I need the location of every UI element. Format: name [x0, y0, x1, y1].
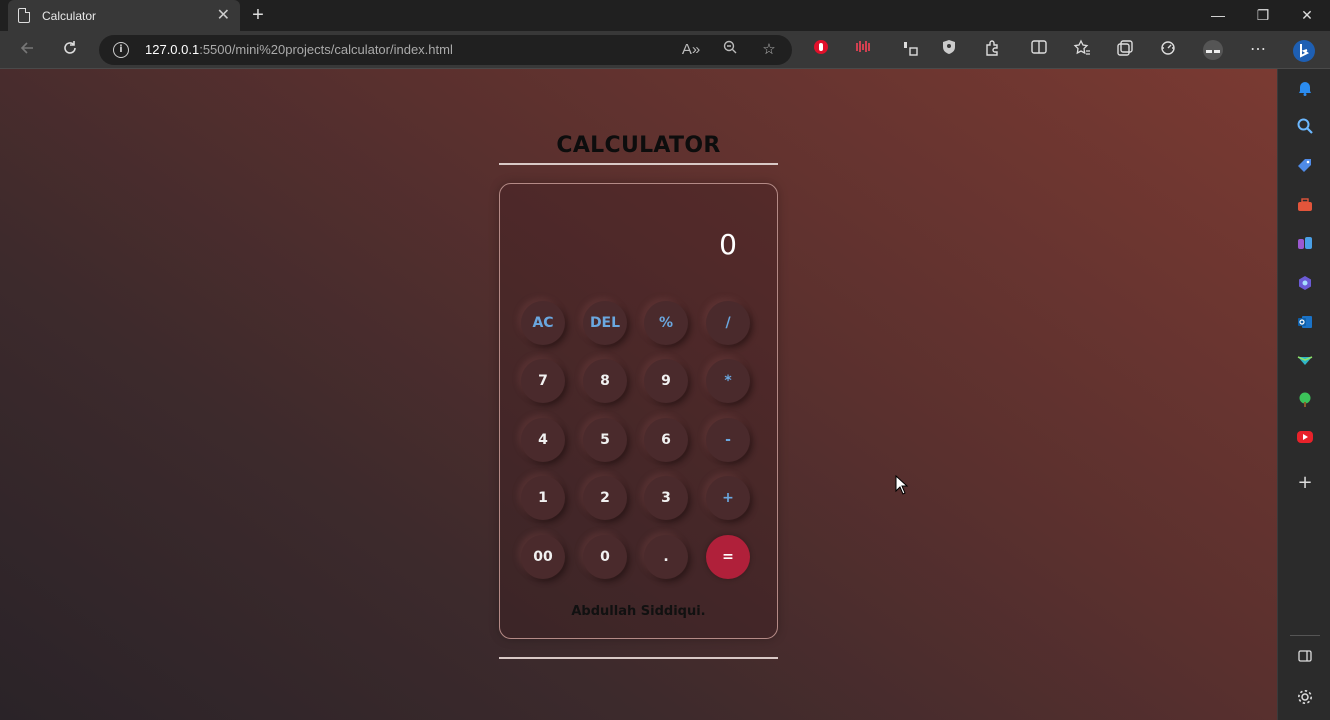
bing-copilot-icon[interactable] — [1292, 39, 1315, 62]
notification-bell-icon[interactable] — [1294, 79, 1316, 101]
title-divider — [499, 163, 778, 165]
extension-red-icon[interactable] — [810, 39, 832, 61]
tab-close-icon[interactable]: ✕ — [217, 7, 230, 24]
key-8-button[interactable]: 8 — [583, 359, 627, 403]
browser-title-bar: Calculator ✕ + — ❐ ✕ — [0, 0, 1330, 31]
split-screen-icon[interactable] — [1028, 39, 1050, 61]
drop-icon[interactable] — [1294, 352, 1316, 374]
key-5-button[interactable]: 5 — [583, 418, 627, 462]
key-all-clear-button[interactable]: AC — [521, 301, 565, 345]
close-window-button[interactable]: ✕ — [1296, 4, 1318, 26]
site-info-icon[interactable]: i — [113, 42, 129, 58]
page-title: CALCULATOR — [556, 133, 721, 158]
bottom-divider — [499, 657, 778, 659]
tab-title: Calculator — [42, 8, 97, 23]
key-7-button[interactable]: 7 — [521, 359, 565, 403]
add-icon[interactable]: + — [1294, 472, 1316, 494]
key-add-button[interactable]: + — [706, 476, 750, 520]
copilot-icon[interactable] — [1294, 274, 1316, 296]
outlook-icon[interactable] — [1294, 313, 1316, 335]
key-2-button[interactable]: 2 — [583, 476, 627, 520]
restore-button[interactable]: ❐ — [1252, 4, 1274, 26]
key-multiply-button[interactable]: * — [706, 359, 750, 403]
address-bar[interactable]: i 127.0.0.1:5500/mini%20projects/calcula… — [99, 35, 792, 65]
refresh-icon[interactable] — [59, 39, 81, 61]
tools-briefcase-icon[interactable] — [1294, 196, 1316, 218]
hide-sidebar-icon[interactable] — [1294, 648, 1316, 670]
search-icon[interactable] — [1294, 117, 1316, 139]
key-9-button[interactable]: 9 — [644, 359, 688, 403]
calculator-panel: 0 AC DEL%/7 8 9 * 4 5 6-1 2 3 +00 0. = Abdullah Sidd… — [499, 183, 778, 639]
key-subtract-button[interactable]: - — [706, 418, 750, 462]
edge-sidebar: + — [1277, 69, 1330, 720]
key-3-button[interactable]: 3 — [644, 476, 688, 520]
key-percent-button[interactable]: % — [644, 301, 688, 345]
shield-icon[interactable] — [938, 39, 960, 61]
author-credit: Abdullah Siddiqui. — [571, 604, 706, 619]
new-tab-button[interactable]: + — [248, 4, 268, 26]
performance-icon[interactable] — [1157, 39, 1179, 61]
favorites-icon[interactable] — [1071, 39, 1093, 61]
read-aloud-icon[interactable]: A» — [680, 39, 702, 61]
more-icon[interactable]: ⋯ — [1247, 39, 1269, 61]
key-double-zero-button[interactable]: 00 — [521, 535, 565, 579]
sidebar-divider — [1290, 635, 1320, 636]
youtube-icon[interactable] — [1294, 430, 1316, 452]
key-equals-button[interactable]: = — [706, 535, 750, 579]
extension-tab-icon[interactable] — [899, 39, 921, 61]
extensions-icon[interactable] — [981, 39, 1003, 61]
extension-audio-icon[interactable] — [853, 39, 875, 61]
key-delete-button[interactable]: DEL — [583, 301, 627, 345]
collections-icon[interactable] — [1114, 39, 1136, 61]
key-6-button[interactable]: 6 — [644, 418, 688, 462]
url-text[interactable]: 127.0.0.1:5500/mini%20projects/calculato… — [145, 42, 453, 57]
games-icon[interactable] — [1294, 235, 1316, 257]
key-1-button[interactable]: 1 — [521, 476, 565, 520]
tree-icon[interactable] — [1294, 391, 1316, 413]
back-icon[interactable] — [16, 39, 38, 61]
settings-gear-icon[interactable] — [1294, 688, 1316, 710]
shopping-tag-icon[interactable] — [1294, 157, 1316, 179]
key-decimal-button[interactable]: . — [644, 535, 688, 579]
profile-icon[interactable] — [1202, 39, 1224, 61]
page-content: CALCULATOR 0 AC DEL%/7 8 9 * 4 5 6-1 2 3 +00 0. = Ab… — [0, 69, 1277, 720]
page-document-icon — [18, 8, 30, 23]
key-4-button[interactable]: 4 — [521, 418, 565, 462]
browser-tab[interactable]: Calculator ✕ — [8, 0, 240, 31]
minimize-button[interactable]: — — [1207, 4, 1229, 26]
key-divide-button[interactable]: / — [706, 301, 750, 345]
key-0-button[interactable]: 0 — [583, 535, 627, 579]
zoom-icon[interactable] — [719, 39, 741, 61]
calculator-display: 0 — [719, 228, 737, 261]
browser-toolbar: i 127.0.0.1:5500/mini%20projects/calcula… — [0, 31, 1330, 69]
favorite-star-icon[interactable]: ☆ — [758, 39, 780, 61]
